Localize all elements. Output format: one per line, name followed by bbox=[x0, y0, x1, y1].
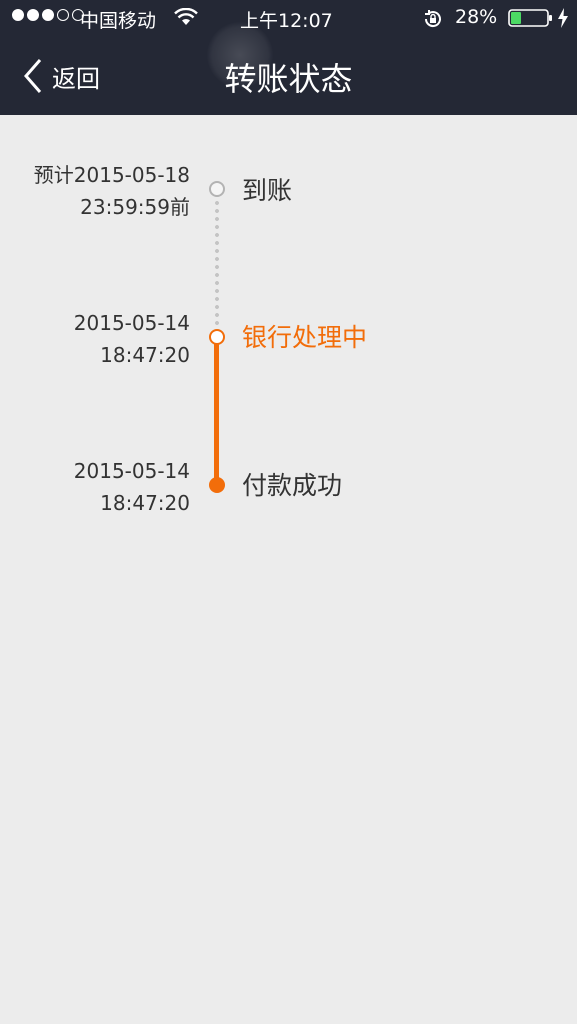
step-label-processing: 银行处理中 bbox=[242, 323, 368, 352]
step-time: 预计2015-05-18 23:59:59前 bbox=[34, 159, 190, 223]
status-bar: 中国移动 上午12:07 28% bbox=[0, 0, 577, 38]
nav-header: 中国移动 上午12:07 28% 返回 转账状态 bbox=[0, 0, 577, 115]
step-date: 2015-05-14 bbox=[73, 459, 190, 483]
rotation-lock-icon bbox=[424, 10, 441, 28]
step-clock: 18:47:20 bbox=[100, 491, 190, 515]
battery-percent: 28% bbox=[455, 6, 498, 28]
wifi-icon bbox=[174, 8, 198, 25]
page-title: 转账状态 bbox=[224, 60, 353, 98]
step-label-payment-success: 付款成功 bbox=[242, 471, 343, 500]
step-date: 预计2015-05-18 bbox=[33, 163, 190, 187]
step-node-done bbox=[209, 477, 225, 493]
signal-dot bbox=[12, 9, 24, 21]
step-clock: 18:47:20 bbox=[100, 343, 190, 367]
signal-dot bbox=[57, 9, 69, 21]
timeline-connector-complete bbox=[214, 344, 219, 478]
step-date: 2015-05-14 bbox=[73, 311, 190, 335]
transfer-timeline: 预计2015-05-18 23:59:59前 到账 2015-05-14 18:… bbox=[0, 115, 577, 1024]
signal-dot bbox=[42, 9, 54, 21]
signal-dot bbox=[27, 9, 39, 21]
timeline-connector-pending bbox=[215, 199, 219, 329]
step-time: 2015-05-14 18:47:20 bbox=[74, 307, 190, 371]
battery-icon bbox=[508, 9, 552, 27]
charging-icon bbox=[558, 8, 568, 28]
step-label-arrival: 到账 bbox=[242, 176, 293, 205]
carrier-name: 中国移动 bbox=[80, 10, 157, 32]
step-clock: 23:59:59前 bbox=[80, 195, 190, 219]
step-node-pending bbox=[209, 181, 225, 197]
step-node-active bbox=[209, 329, 225, 345]
step-time: 2015-05-14 18:47:20 bbox=[74, 455, 190, 519]
signal-strength-icon bbox=[12, 9, 84, 21]
